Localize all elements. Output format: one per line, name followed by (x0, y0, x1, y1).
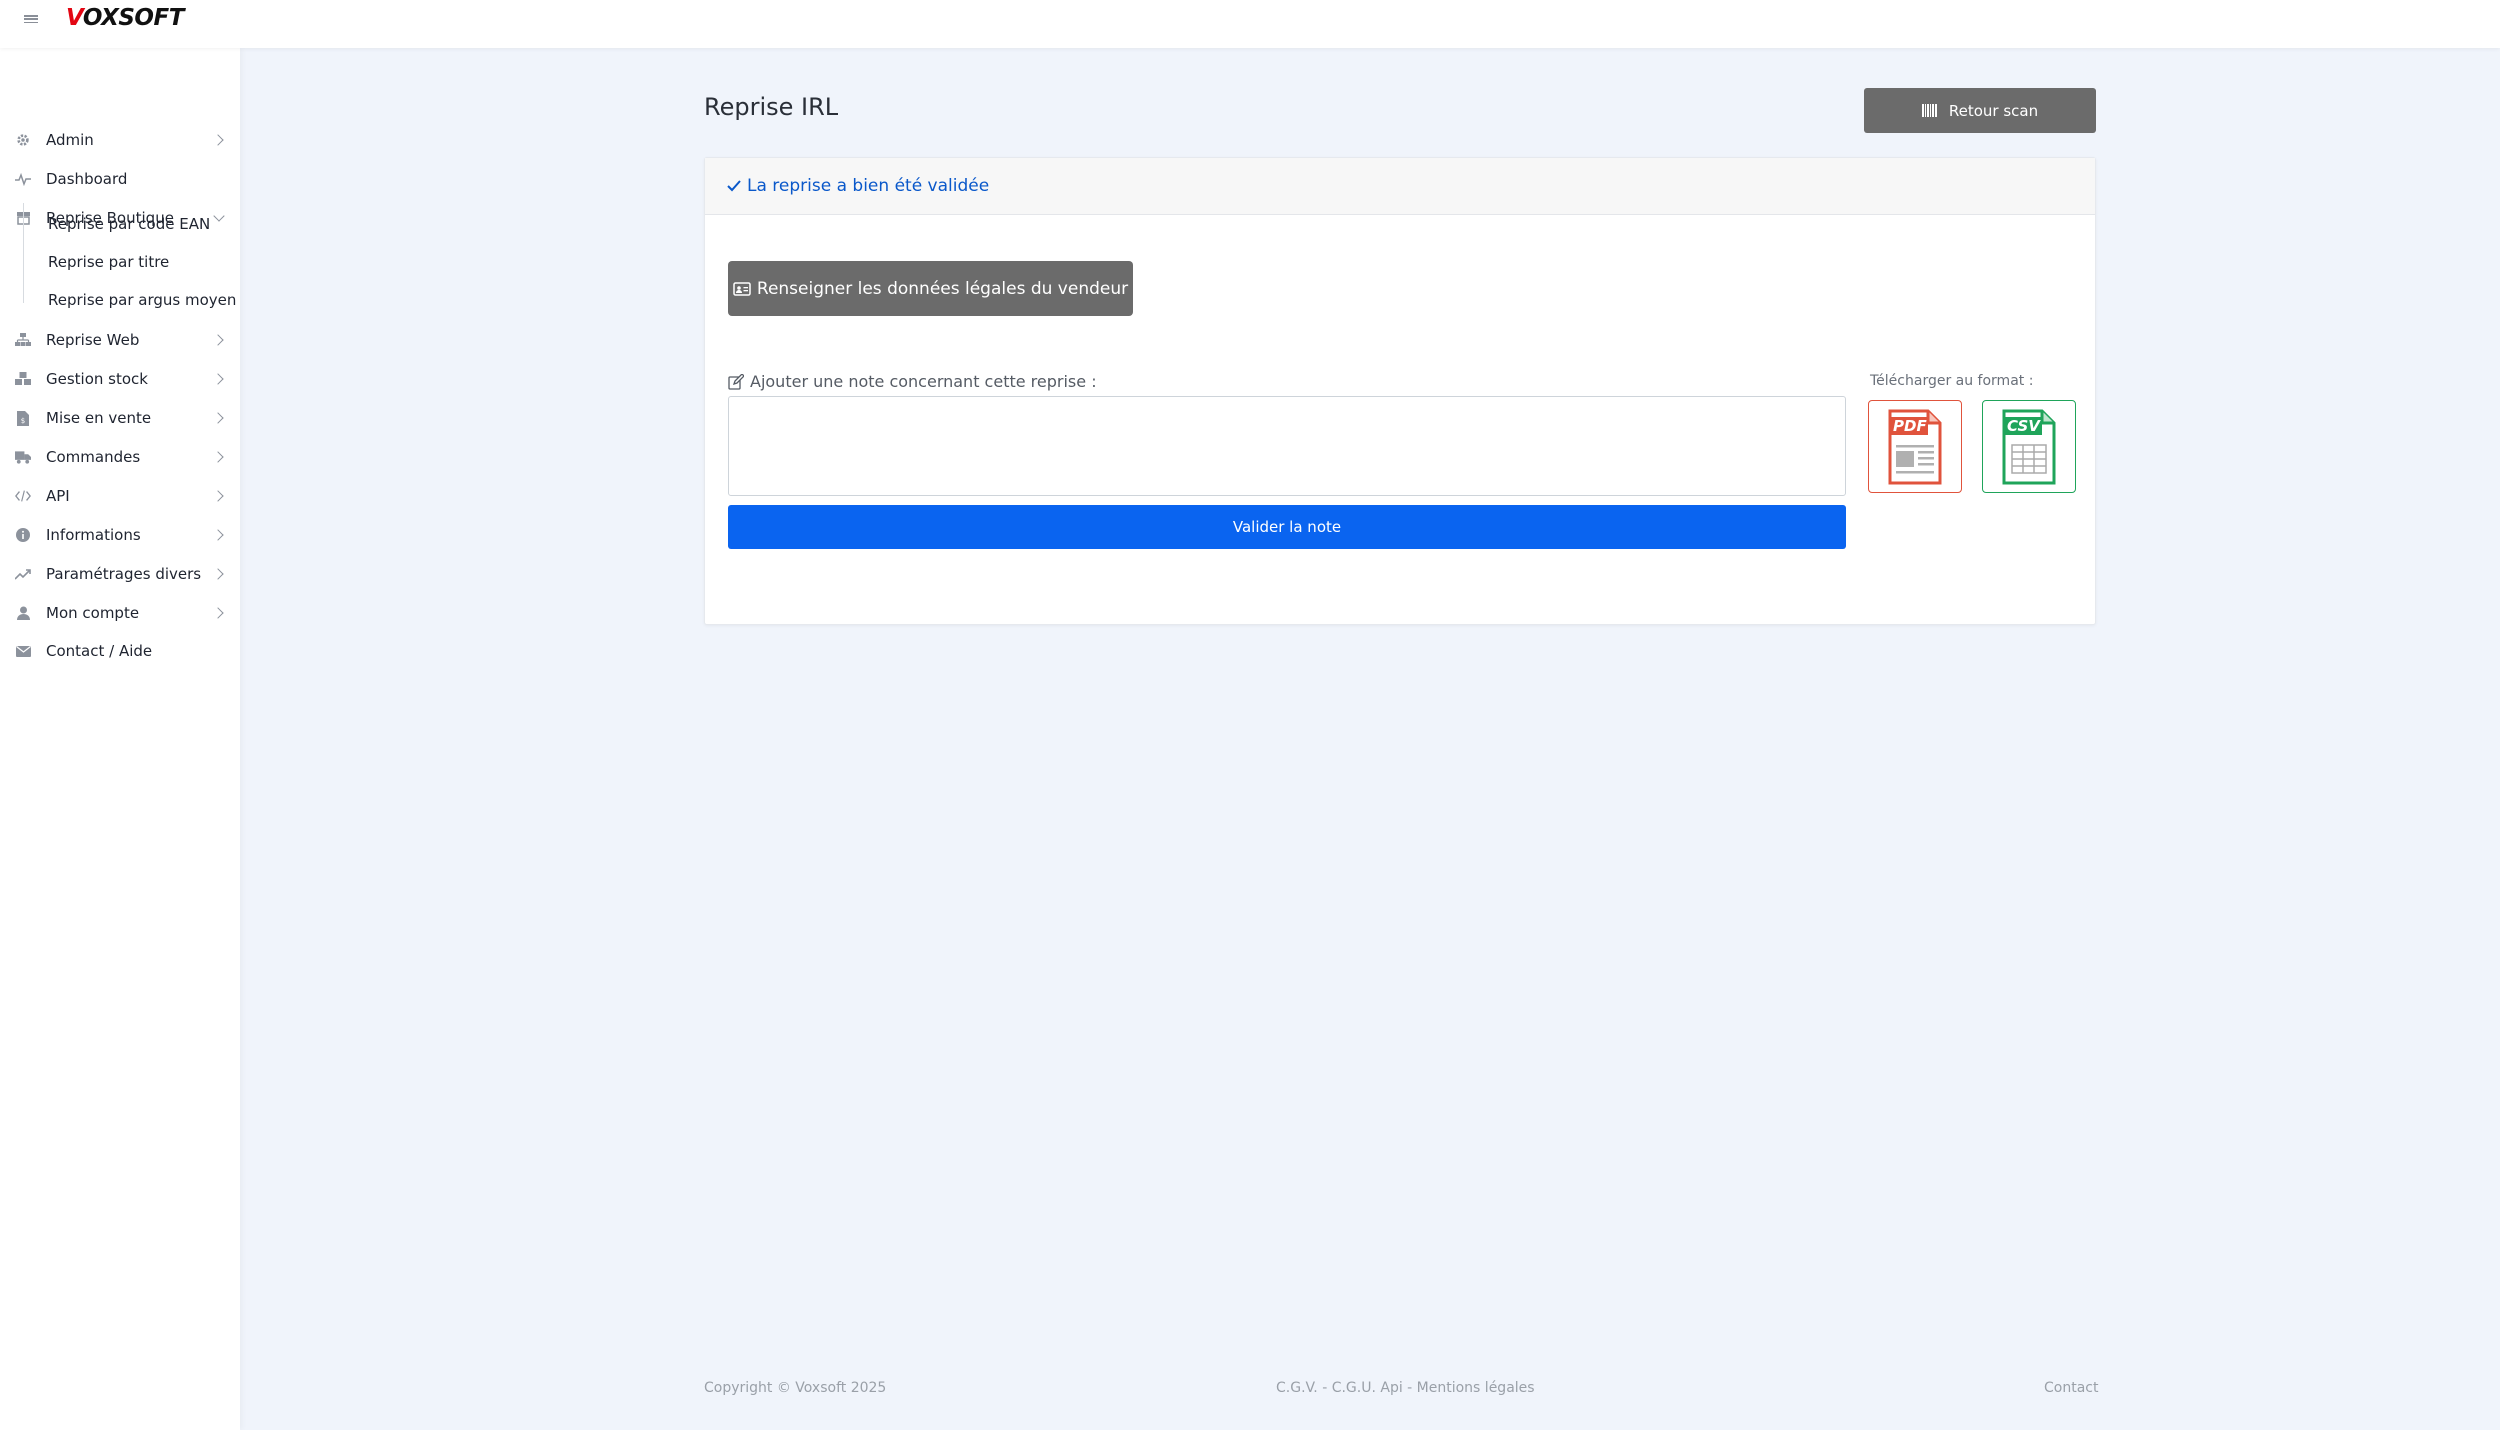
voxsoft-logo[interactable]: VOXSOFT (66, 5, 184, 35)
footer-legal-links[interactable]: C.G.V. - C.G.U. Api - Mentions légales (1276, 1380, 1535, 1396)
check-icon (727, 180, 741, 192)
sidebar-item-mon-compte[interactable]: Mon compte (0, 596, 240, 630)
chevron-right-icon (212, 334, 224, 346)
top-bar: VOXSOFT (0, 0, 2500, 48)
edit-icon (728, 373, 744, 390)
chevron-right-icon (212, 412, 224, 424)
svg-text:CSV: CSV (2007, 417, 2041, 435)
download-label: Télécharger au format : (1870, 373, 2034, 389)
sidebar-item-parametrages-divers[interactable]: Paramétrages divers (0, 557, 240, 591)
truck-icon (15, 449, 31, 465)
reprise-card: La reprise a bien été validée Renseigner… (704, 157, 2096, 625)
sidebar-item-gestion-stock[interactable]: Gestion stock (0, 362, 240, 396)
sitemap-icon (15, 332, 31, 348)
success-alert: La reprise a bien été validée (705, 158, 2095, 215)
download-csv-button[interactable]: CSV (1982, 400, 2076, 493)
chevron-right-icon (212, 373, 224, 385)
chevron-right-icon (212, 134, 224, 146)
footer-copyright: Copyright © Voxsoft 2025 (704, 1380, 887, 1396)
activity-icon (15, 171, 31, 187)
barcode-icon (1921, 104, 1937, 117)
id-card-icon (733, 281, 751, 296)
menu-toggle-icon[interactable] (22, 12, 40, 26)
sidebar-subitem-titre[interactable]: Reprise par titre (48, 249, 169, 275)
code-icon (15, 488, 31, 504)
sidebar-item-informations[interactable]: Informations (0, 518, 240, 552)
user-icon (15, 605, 31, 621)
sidebar-item-reprise-web[interactable]: Reprise Web (0, 323, 240, 357)
sidebar-item-dashboard[interactable]: Dashboard (0, 162, 240, 196)
svg-text:PDF: PDF (1893, 417, 1927, 435)
chevron-right-icon (212, 529, 224, 541)
sidebar-item-contact-aide[interactable]: Contact / Aide (0, 634, 240, 668)
chevron-right-icon (212, 607, 224, 619)
sidebar-item-admin[interactable]: Admin (0, 123, 240, 157)
page-title: Reprise IRL (704, 93, 839, 121)
sidebar-subitem-argus-moyen[interactable]: Reprise par argus moyen (48, 287, 236, 313)
chevron-down-icon (213, 210, 225, 222)
trending-up-icon (15, 566, 31, 582)
cubes-icon (15, 371, 31, 387)
file-price-icon: $ (15, 410, 31, 426)
sidebar-subitem-code-ean[interactable]: Reprise par code EAN (48, 211, 210, 237)
footer-contact-link[interactable]: Contact (2044, 1380, 2098, 1396)
retour-scan-button[interactable]: Retour scan (1864, 88, 2096, 133)
csv-file-icon: CSV (2002, 409, 2056, 484)
submenu-line (23, 203, 24, 303)
validate-note-button[interactable]: Valider la note (728, 505, 1846, 549)
sidebar-item-commandes[interactable]: Commandes (0, 440, 240, 474)
chevron-right-icon (212, 451, 224, 463)
sidebar: Admin Dashboard Reprise Boutique Reprise… (0, 48, 240, 1430)
chevron-right-icon (212, 490, 224, 502)
download-pdf-button[interactable]: PDF (1868, 400, 1962, 493)
envelope-icon (15, 643, 31, 659)
sidebar-item-api[interactable]: API (0, 479, 240, 513)
svg-text:$: $ (21, 417, 25, 425)
note-label: Ajouter une note concernant cette repris… (728, 372, 1097, 391)
info-circle-icon (15, 527, 31, 543)
sidebar-item-mise-en-vente[interactable]: $ Mise en vente (0, 401, 240, 435)
pdf-file-icon: PDF (1888, 409, 1942, 484)
note-textarea[interactable] (728, 396, 1846, 496)
gear-icon (15, 132, 31, 148)
chevron-right-icon (212, 568, 224, 580)
legal-data-button[interactable]: Renseigner les données légales du vendeu… (728, 261, 1133, 316)
